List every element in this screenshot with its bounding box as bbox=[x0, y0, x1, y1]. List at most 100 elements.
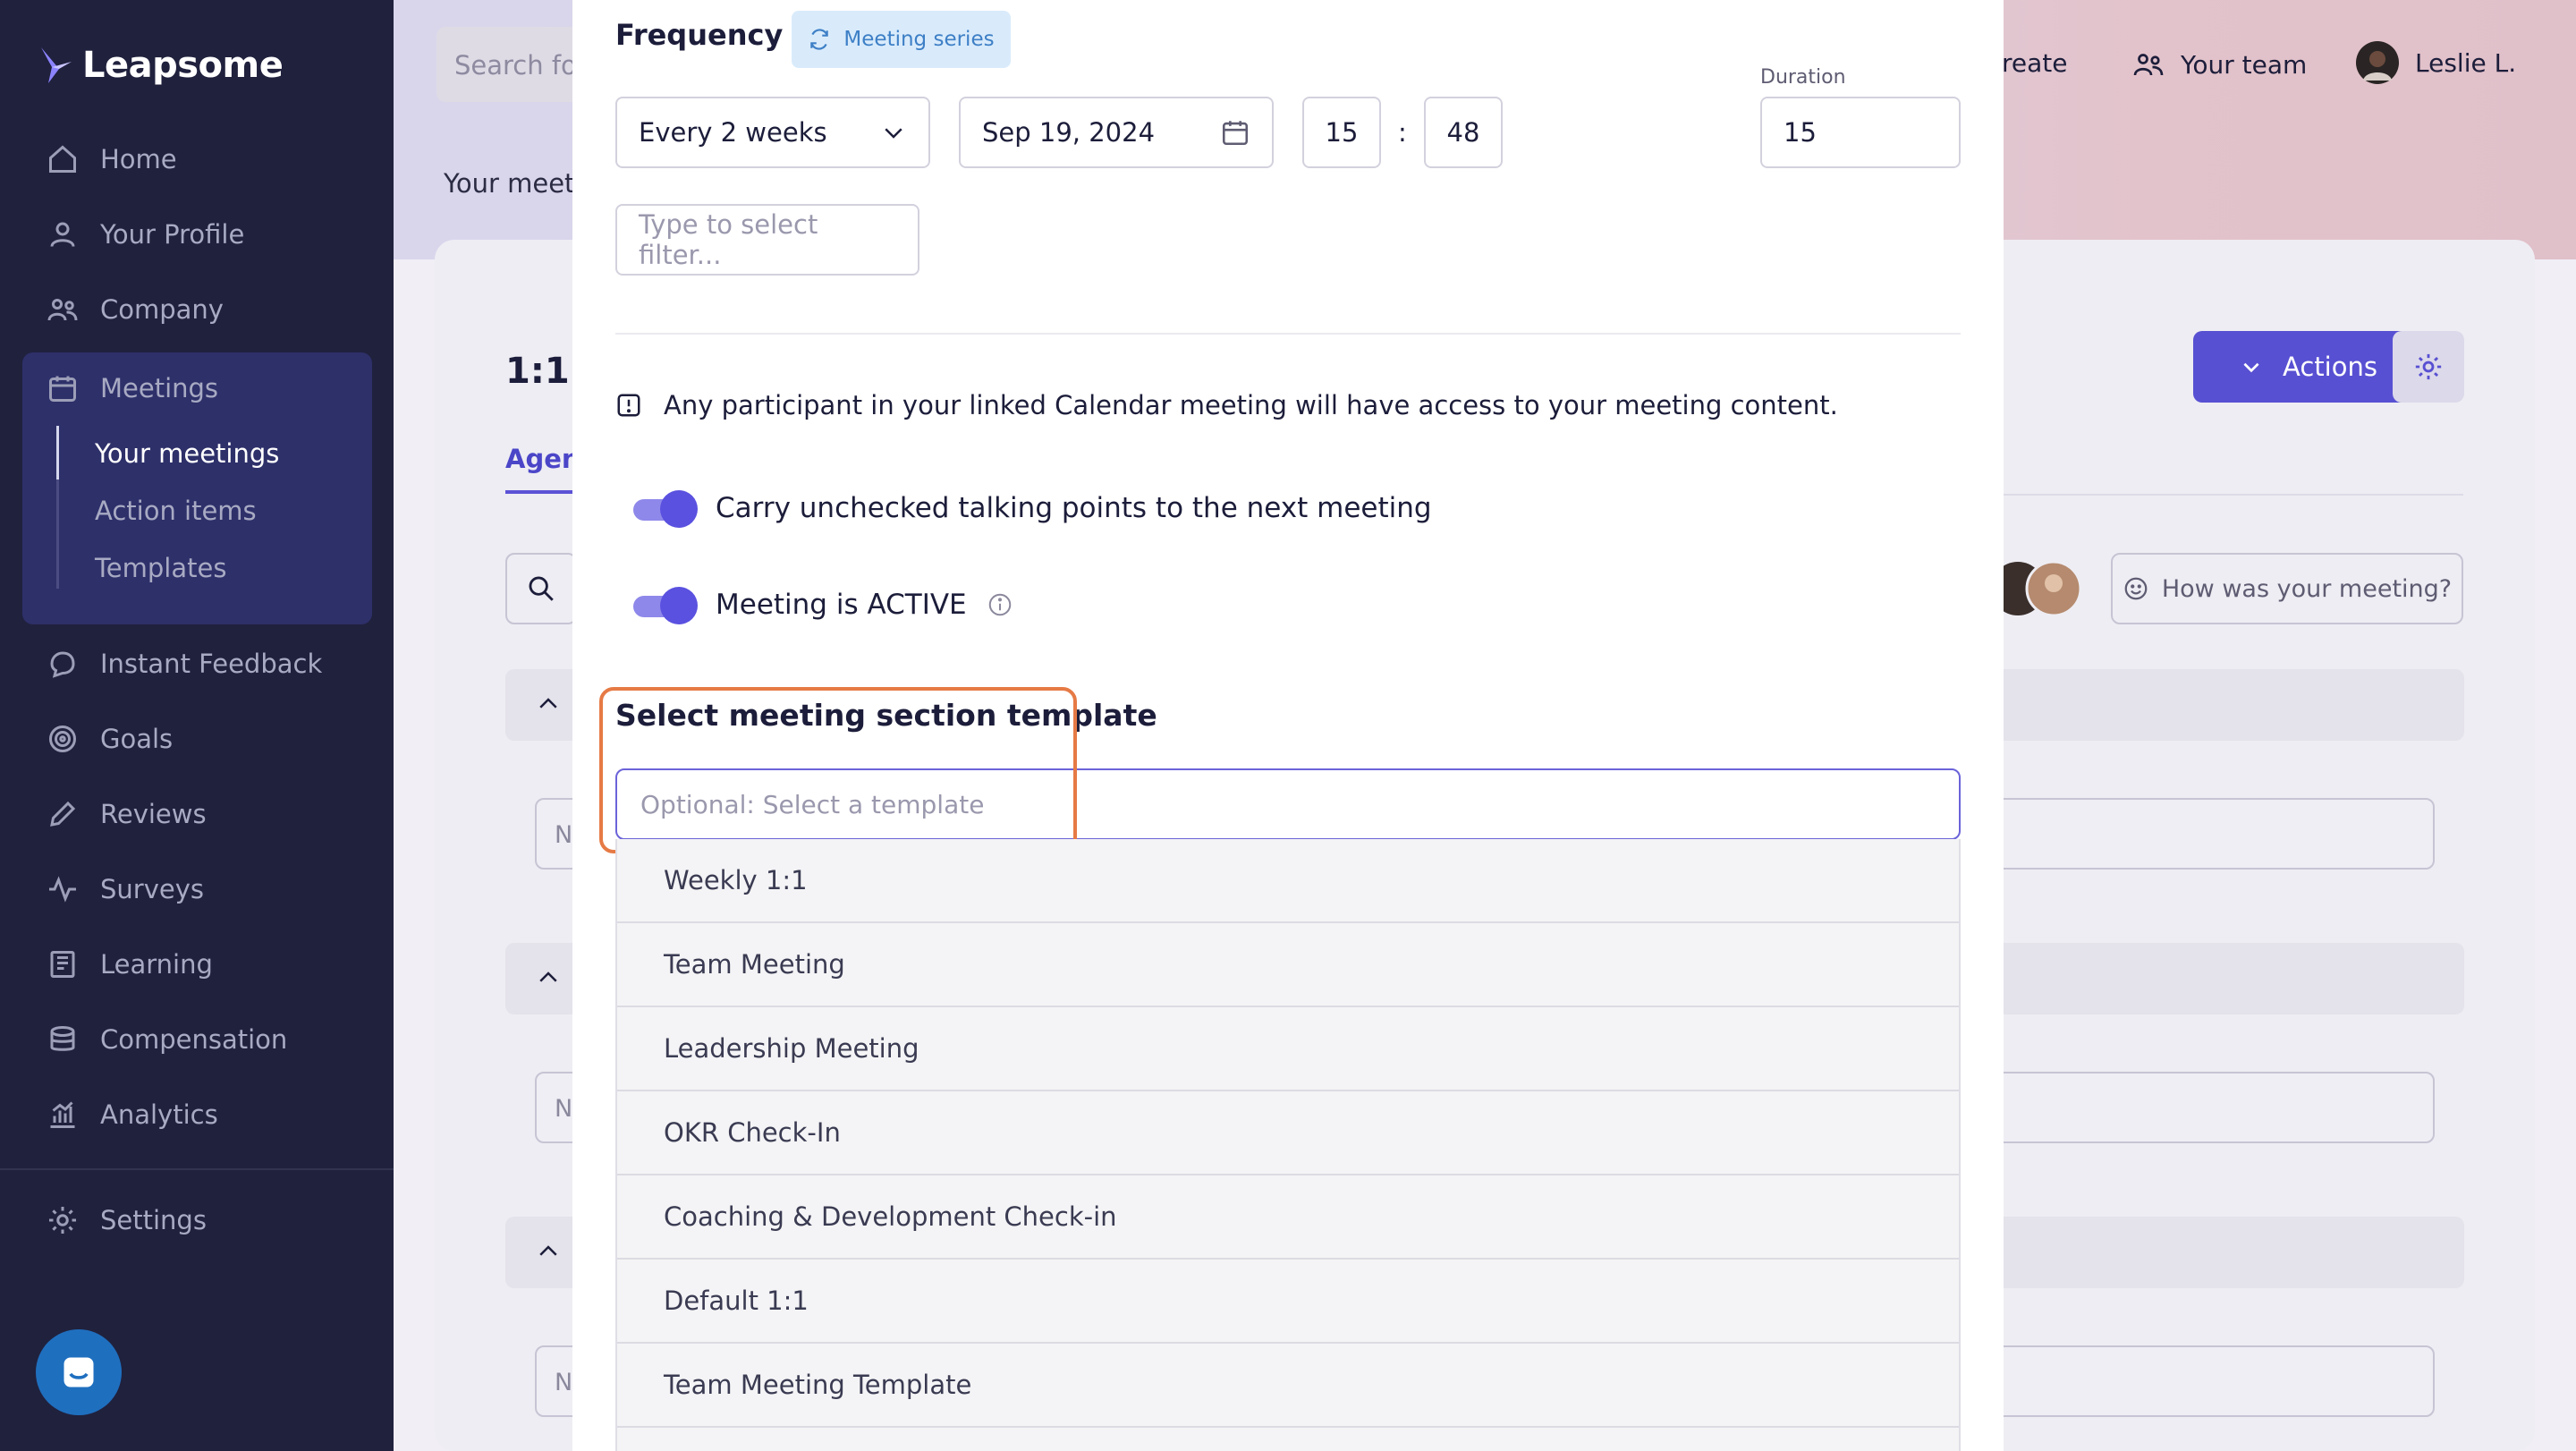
sidebar-item-label: Goals bbox=[100, 724, 174, 754]
chevron-up-icon[interactable] bbox=[535, 964, 562, 991]
calendar-notice-text: Any participant in your linked Calendar … bbox=[664, 390, 1838, 420]
logo-text: Leapsome bbox=[82, 45, 284, 86]
frequency-select[interactable]: Every 2 weeks bbox=[615, 97, 930, 168]
sidebar-item-home[interactable]: Home bbox=[47, 143, 177, 175]
avatar bbox=[2356, 41, 2399, 84]
template-option[interactable]: Default 1:1 bbox=[617, 1260, 1959, 1344]
sidebar-subitem-templates[interactable]: Templates bbox=[95, 553, 226, 583]
sidebar-subitem-your-meetings[interactable]: Your meetings bbox=[95, 438, 279, 469]
meeting-active-label: Meeting is ACTIVE bbox=[716, 589, 967, 621]
carry-points-toggle[interactable] bbox=[633, 490, 698, 528]
carry-points-toggle-row: Carry unchecked talking points to the ne… bbox=[633, 490, 1432, 528]
rate-meeting-button[interactable]: How was your meeting? bbox=[2111, 553, 2463, 624]
leapsome-logo[interactable]: Leapsome bbox=[39, 45, 284, 86]
template-dropdown-list: Weekly 1:1 Team Meeting Leadership Meeti… bbox=[615, 839, 1961, 1451]
chat-widget-icon bbox=[64, 1357, 94, 1387]
sidebar-item-label: Learning bbox=[100, 949, 213, 980]
team-icon bbox=[2133, 54, 2164, 76]
toggle-knob bbox=[660, 587, 698, 624]
info-icon[interactable] bbox=[987, 591, 1013, 618]
smiley-icon bbox=[2124, 577, 2148, 600]
user-menu[interactable]: Leslie L. bbox=[2356, 41, 2516, 84]
meeting-settings-button[interactable] bbox=[2393, 331, 2464, 403]
sidebar-item-label: Reviews bbox=[100, 799, 207, 829]
actions-label: Actions bbox=[2283, 352, 2377, 382]
sidebar-item-company[interactable]: Company bbox=[47, 293, 224, 326]
meeting-active-toggle-row: Meeting is ACTIVE bbox=[633, 587, 1013, 624]
carry-points-label: Carry unchecked talking points to the ne… bbox=[716, 492, 1432, 524]
sidebar-item-learning[interactable]: Learning bbox=[47, 948, 213, 980]
sidebar-item-meetings[interactable]: Meetings bbox=[47, 372, 218, 404]
chevron-down-icon bbox=[2243, 362, 2259, 373]
sidebar-item-settings[interactable]: Settings bbox=[47, 1204, 207, 1236]
chevron-up-icon[interactable] bbox=[535, 691, 562, 717]
template-option[interactable]: Leadership Meeting bbox=[617, 1007, 1959, 1091]
sidebar-item-label: Compensation bbox=[100, 1024, 288, 1055]
coins-icon bbox=[50, 1026, 75, 1051]
toggle-knob bbox=[660, 490, 698, 528]
tab-active-underline bbox=[505, 490, 577, 494]
sidebar-item-label: Settings bbox=[100, 1205, 207, 1235]
sidebar-item-compensation[interactable]: Compensation bbox=[47, 1023, 287, 1056]
create-link[interactable]: reate bbox=[2002, 48, 2068, 78]
your-team-link[interactable]: Your team bbox=[2132, 48, 2307, 81]
refresh-icon bbox=[810, 29, 829, 50]
gear-icon bbox=[49, 1207, 76, 1234]
agenda-search-button[interactable] bbox=[505, 553, 577, 624]
chevron-up-icon[interactable] bbox=[535, 1238, 562, 1265]
sidebar-item-goals[interactable]: Goals bbox=[47, 723, 173, 755]
sidebar-item-label: Meetings bbox=[100, 373, 219, 403]
sidebar-item-analytics[interactable]: Analytics bbox=[47, 1099, 218, 1131]
rate-meeting-label: How was your meeting? bbox=[2161, 574, 2453, 603]
breadcrumb[interactable]: Your meeti bbox=[444, 168, 582, 199]
sidebar-divider bbox=[0, 1168, 394, 1170]
template-option[interactable]: Weekly 1:1 bbox=[617, 839, 1959, 923]
sidebar-item-surveys[interactable]: Surveys bbox=[47, 873, 204, 905]
duration-label: Duration bbox=[1760, 66, 1846, 89]
date-picker[interactable]: Sep 19, 2024 bbox=[959, 97, 1274, 168]
minute-input[interactable]: 48 bbox=[1424, 97, 1503, 168]
chevron-down-icon bbox=[885, 128, 902, 139]
submenu-active-indicator bbox=[56, 426, 59, 479]
highlight-annotation bbox=[599, 687, 1077, 853]
pulse-icon bbox=[49, 876, 76, 903]
sidebar-item-instant-feedback[interactable]: Instant Feedback bbox=[47, 648, 322, 680]
participant-avatars bbox=[1991, 560, 2082, 617]
user-icon bbox=[50, 222, 75, 247]
template-option[interactable]: Coaching & Development Check-in bbox=[617, 1175, 1959, 1260]
search-icon bbox=[529, 576, 554, 601]
time-separator: : bbox=[1398, 117, 1407, 148]
date-value: Sep 19, 2024 bbox=[982, 117, 1156, 148]
meeting-active-toggle[interactable] bbox=[633, 587, 698, 624]
user-name: Leslie L. bbox=[2415, 47, 2517, 78]
home-icon bbox=[49, 145, 76, 173]
gear-icon bbox=[2415, 353, 2442, 380]
tab-agenda[interactable]: Agen bbox=[505, 444, 580, 474]
meeting-series-badge[interactable]: Meeting series bbox=[792, 11, 1011, 68]
duration-input[interactable]: 15 bbox=[1760, 97, 1961, 168]
sidebar-item-your-profile[interactable]: Your Profile bbox=[47, 218, 244, 250]
template-option[interactable]: Team Meeting Template bbox=[617, 1344, 1959, 1428]
actions-button[interactable]: Actions bbox=[2193, 331, 2424, 403]
calendar-icon bbox=[1222, 121, 1249, 146]
tabs-divider bbox=[1995, 494, 2463, 496]
alert-icon bbox=[617, 394, 640, 417]
template-option[interactable]: Team Meeting bbox=[617, 923, 1959, 1007]
sidebar-item-reviews[interactable]: Reviews bbox=[47, 798, 207, 830]
create-label: reate bbox=[2002, 48, 2068, 78]
sidebar-item-label: Company bbox=[100, 294, 224, 325]
filter-input[interactable]: Type to select filter... bbox=[615, 204, 919, 276]
pencil-icon bbox=[50, 801, 76, 827]
support-chat-button[interactable] bbox=[36, 1329, 122, 1415]
target-icon bbox=[49, 726, 76, 752]
chat-icon bbox=[50, 651, 75, 678]
hour-input[interactable]: 15 bbox=[1302, 97, 1381, 168]
sidebar-item-label: Surveys bbox=[100, 874, 204, 904]
your-team-label: Your team bbox=[2181, 49, 2308, 80]
sidebar-item-label: Home bbox=[100, 144, 177, 174]
book-icon bbox=[50, 951, 75, 978]
frequency-label: Frequency bbox=[615, 18, 784, 52]
meeting-series-label: Meeting series bbox=[843, 28, 995, 51]
template-option[interactable]: OKR Check-In bbox=[617, 1091, 1959, 1175]
sidebar-subitem-action-items[interactable]: Action items bbox=[95, 496, 257, 526]
